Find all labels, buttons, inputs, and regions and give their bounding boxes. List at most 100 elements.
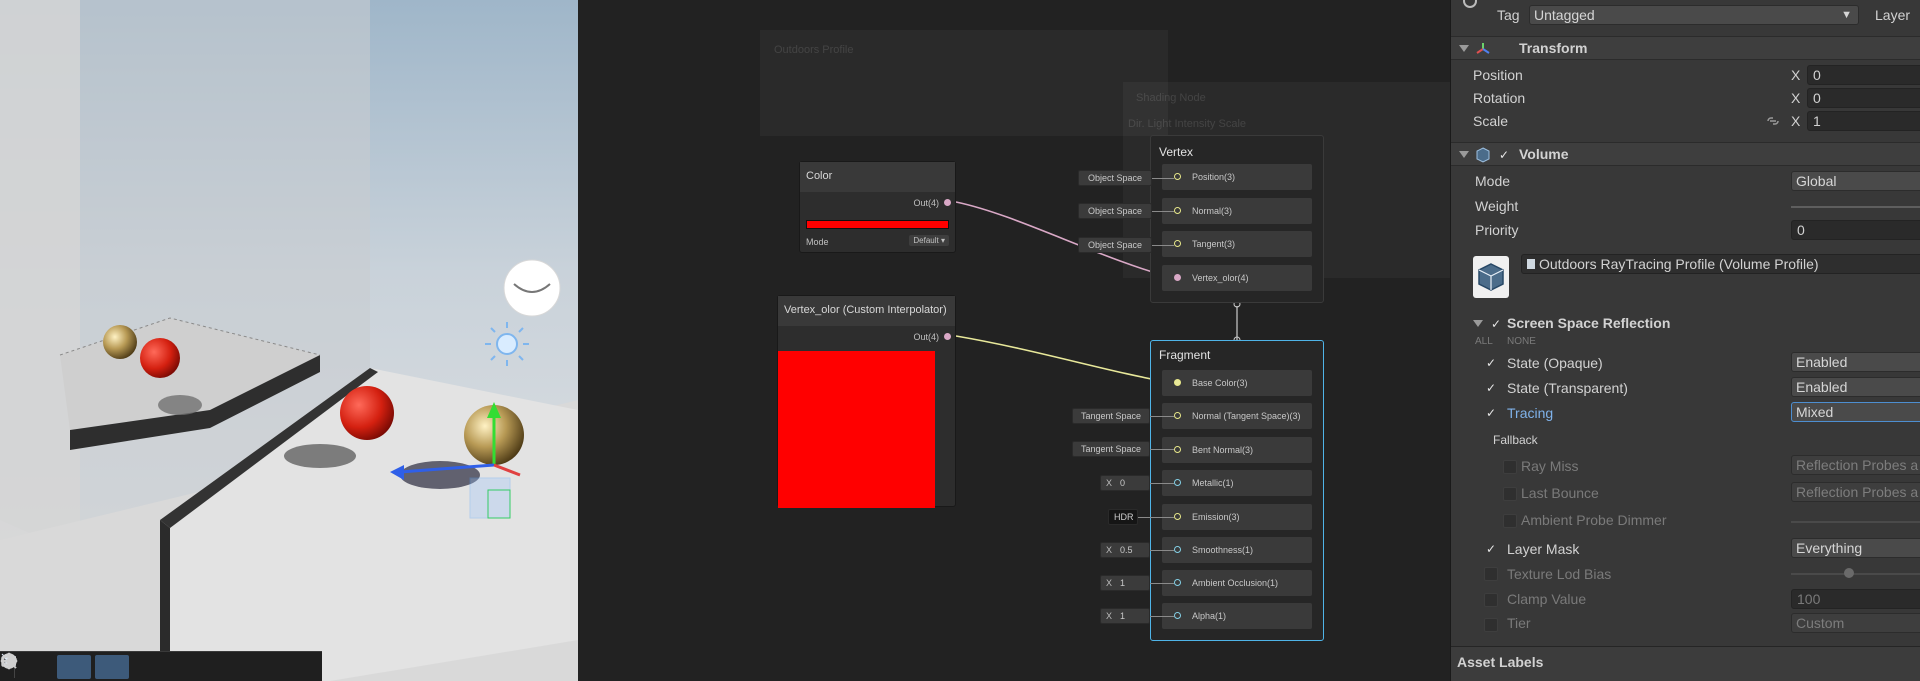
- layer-mask-dropdown[interactable]: Everything: [1791, 538, 1920, 558]
- output-port[interactable]: [944, 333, 951, 340]
- value-chip-alpha[interactable]: X1: [1100, 608, 1150, 624]
- slot-port[interactable]: [1174, 240, 1181, 247]
- slot-port[interactable]: [1174, 513, 1181, 520]
- override-checkbox[interactable]: [1484, 618, 1498, 632]
- output-port[interactable]: [944, 199, 951, 206]
- slot-port[interactable]: [1174, 379, 1181, 386]
- override-checkbox[interactable]: ✓: [1484, 406, 1498, 420]
- slot-port[interactable]: [1174, 173, 1181, 180]
- space-chip[interactable]: Object Space: [1078, 203, 1152, 219]
- weight-label: Weight: [1475, 198, 1519, 214]
- last-bounce-dropdown[interactable]: Reflection Probes a: [1791, 482, 1920, 502]
- fragment-slot-base-color[interactable]: Base Color(3): [1162, 370, 1312, 396]
- hdr-chip[interactable]: HDR: [1108, 509, 1138, 525]
- slot-port[interactable]: [1174, 412, 1181, 419]
- slot-port[interactable]: [1174, 479, 1181, 486]
- override-checkbox[interactable]: [1503, 460, 1517, 474]
- vertex-slot-position[interactable]: Position(3): [1162, 164, 1312, 190]
- volume-header[interactable]: ✓ Volume: [1451, 142, 1920, 166]
- move-view-icon[interactable]: [0, 652, 53, 679]
- search-icon[interactable]: [1, 653, 243, 679]
- space-chip[interactable]: Object Space: [1078, 237, 1152, 253]
- shader-graph-canvas[interactable]: Outdoors Profile Shading Node Dir. Light…: [578, 0, 1450, 681]
- value-chip-smoothness[interactable]: X 0.5: [1100, 542, 1150, 558]
- state-opaque-dropdown[interactable]: Enabled: [1791, 352, 1920, 372]
- slot-port[interactable]: [1174, 546, 1181, 553]
- ssr-enabled-checkbox[interactable]: ✓: [1489, 317, 1503, 331]
- all-toggle[interactable]: ALL: [1475, 336, 1493, 347]
- rotation-x-field[interactable]: 0: [1807, 88, 1920, 108]
- layers-icon[interactable]: [0, 654, 205, 679]
- sliders-icon[interactable]: [2, 654, 91, 679]
- scene-view[interactable]: [0, 0, 578, 681]
- none-toggle[interactable]: NONE: [1507, 336, 1536, 347]
- scale-x-field[interactable]: 1: [1807, 111, 1920, 131]
- output-label: Out(4): [913, 198, 939, 208]
- tag-dropdown[interactable]: Untagged ▼: [1529, 5, 1859, 25]
- color-node[interactable]: Color Out(4) Mode Default ▾: [799, 161, 956, 253]
- value-chip-ambient-occlusion[interactable]: X1: [1100, 575, 1150, 591]
- camera-icon[interactable]: [1, 655, 319, 679]
- vertex-slot-vertex-color[interactable]: Vertex_olor(4): [1162, 265, 1312, 291]
- fragment-slot-alpha[interactable]: Alpha(1): [1162, 603, 1312, 629]
- fragment-slot-bent-normal[interactable]: Bent Normal(3): [1162, 437, 1312, 463]
- slot-label: Bent Normal(3): [1192, 445, 1254, 455]
- value-chip-metallic[interactable]: X0: [1100, 475, 1150, 491]
- grid-icon[interactable]: [1, 653, 129, 679]
- vertex-slot-tangent[interactable]: Tangent(3): [1162, 231, 1312, 257]
- foldout-icon[interactable]: [1459, 45, 1469, 52]
- link-icon[interactable]: [1765, 114, 1781, 128]
- override-checkbox[interactable]: [1503, 487, 1517, 501]
- clamp-value-field[interactable]: 100: [1791, 589, 1920, 609]
- volume-mode-dropdown[interactable]: Global: [1791, 171, 1920, 191]
- texture-lod-bias-knob[interactable]: [1844, 568, 1854, 578]
- override-checkbox[interactable]: ✓: [1484, 381, 1498, 395]
- override-checkbox[interactable]: ✓: [1484, 356, 1498, 370]
- custom-interpolator-node[interactable]: Vertex_olor (Custom Interpolator) Out(4): [777, 295, 956, 508]
- shading-icon[interactable]: [1, 653, 167, 679]
- orbit-icon[interactable]: [2, 654, 281, 679]
- slot-port[interactable]: [1174, 612, 1181, 619]
- position-axis: X: [1791, 67, 1801, 83]
- slot-label: Tangent(3): [1192, 239, 1236, 249]
- texture-lod-bias-slider[interactable]: [1791, 573, 1920, 575]
- asset-labels-bar[interactable]: Asset Labels: [1451, 646, 1920, 681]
- vertex-slot-normal[interactable]: Normal(3): [1162, 198, 1312, 224]
- tracing-dropdown[interactable]: Mixed: [1791, 402, 1920, 422]
- slot-port[interactable]: [1174, 446, 1181, 453]
- profile-field[interactable]: Outdoors RayTracing Profile (Volume Prof…: [1521, 254, 1920, 274]
- slot-port[interactable]: [1174, 207, 1181, 214]
- override-checkbox[interactable]: ✓: [1484, 542, 1498, 556]
- foldout-icon[interactable]: [1473, 320, 1483, 327]
- ray-miss-dropdown[interactable]: Reflection Probes a: [1791, 455, 1920, 475]
- foldout-icon[interactable]: [1459, 151, 1469, 158]
- fragment-slot-emission[interactable]: Emission(3): [1162, 504, 1312, 530]
- slot-port[interactable]: [1174, 579, 1181, 586]
- space-chip[interactable]: Object Space: [1078, 170, 1152, 186]
- override-checkbox[interactable]: [1484, 593, 1498, 607]
- tier-dropdown[interactable]: Custom: [1791, 613, 1920, 633]
- mode-value: Default: [913, 236, 939, 245]
- fragment-slot-normal[interactable]: Normal (Tangent Space)(3): [1162, 403, 1312, 429]
- position-x-field[interactable]: 0: [1807, 65, 1920, 85]
- priority-field[interactable]: 0: [1791, 220, 1920, 240]
- slot-port[interactable]: [1174, 274, 1181, 281]
- mode-dropdown[interactable]: Default ▾: [909, 235, 949, 246]
- override-checkbox[interactable]: [1484, 567, 1498, 581]
- override-checkbox[interactable]: [1503, 514, 1517, 528]
- ambient-probe-dimmer-slider[interactable]: [1791, 521, 1920, 523]
- fragment-slot-ambient-occlusion[interactable]: Ambient Occlusion(1): [1162, 570, 1312, 596]
- chip-connector: [1150, 416, 1174, 417]
- fragment-slot-smoothness[interactable]: Smoothness(1): [1162, 537, 1312, 563]
- color-swatch[interactable]: [806, 220, 949, 229]
- gameobject-icon: [1463, 0, 1477, 8]
- space-chip[interactable]: Tangent Space: [1072, 441, 1150, 457]
- space-chip[interactable]: Tangent Space: [1072, 408, 1150, 424]
- fragment-slot-metallic[interactable]: Metallic(1): [1162, 470, 1312, 496]
- volume-enabled-checkbox[interactable]: ✓: [1497, 148, 1511, 162]
- weight-slider[interactable]: [1791, 206, 1920, 208]
- ssr-header[interactable]: ✓ Screen Space Reflection: [1451, 313, 1920, 335]
- transform-header[interactable]: Transform: [1451, 36, 1920, 60]
- state-transparent-dropdown[interactable]: Enabled: [1791, 377, 1920, 397]
- chip-connector: [1150, 616, 1174, 617]
